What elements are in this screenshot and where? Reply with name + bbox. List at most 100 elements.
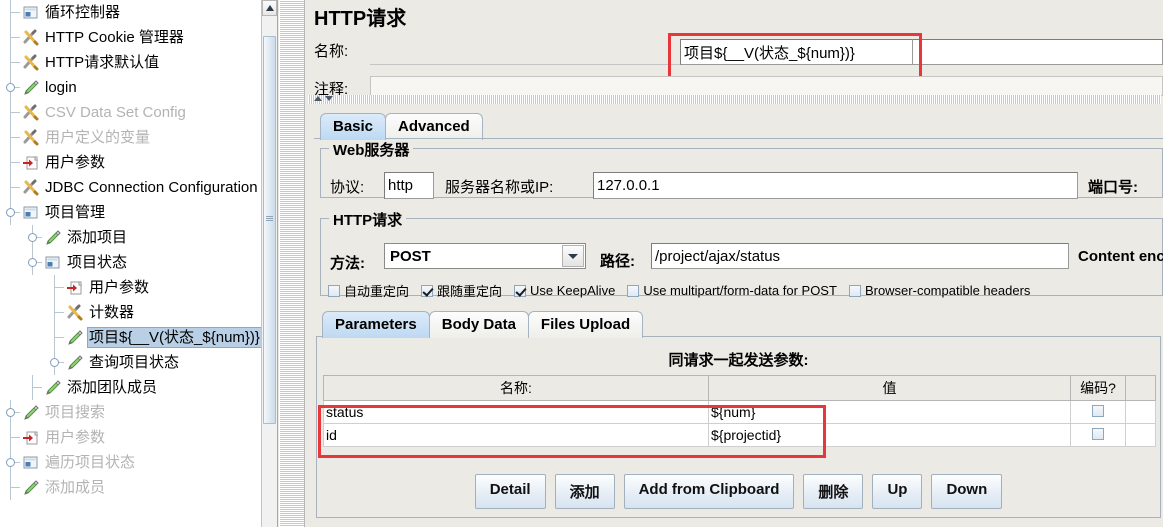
tree-item-7[interactable]: JDBC Connection Configuration [0, 175, 277, 200]
checkbox-option-1[interactable]: 跟随重定向 [421, 281, 502, 300]
param-value-cell[interactable]: ${num} [708, 400, 1071, 424]
button-detail[interactable]: Detail [474, 474, 546, 509]
splitter-collapse-down-icon[interactable] [325, 96, 333, 101]
tree-item-9[interactable]: 添加项目 [0, 225, 277, 250]
name-field-underline [370, 64, 680, 65]
tree-item-8[interactable]: 项目管理 [0, 200, 277, 225]
tree-item-label: 查询项目状态 [89, 354, 180, 371]
parameters-button-row[interactable]: Detail 添加 Add from Clipboard 删除 Up Down [317, 474, 1160, 509]
table-row[interactable]: id ${projectid} [323, 423, 1156, 447]
name-input[interactable]: 项目${__V(状态_${num})} [680, 39, 913, 65]
chevron-down-icon[interactable] [562, 245, 584, 267]
tree-item-15[interactable]: 添加团队成员 [0, 375, 277, 400]
tree-item-17[interactable]: 用户参数 [0, 425, 277, 450]
tree-expand-handle-icon[interactable] [3, 80, 17, 94]
tree-expand-handle-icon[interactable] [3, 405, 17, 419]
tree-expand-handle-icon[interactable] [25, 255, 39, 269]
tab-files-upload[interactable]: Files Upload [527, 311, 644, 338]
protocol-input[interactable]: http [384, 172, 434, 199]
checkbox-option-0[interactable]: 自动重定向 [328, 281, 409, 300]
tree-item-10[interactable]: 项目状态 [0, 250, 277, 275]
tree-item-label: JDBC Connection Configuration [45, 179, 258, 196]
checkbox-option-2[interactable]: Use KeepAlive [514, 283, 615, 298]
tree-expand-handle-icon[interactable] [47, 355, 61, 369]
button-down[interactable]: Down [931, 474, 1003, 509]
comment-input[interactable] [370, 76, 1163, 96]
tree-item-2[interactable]: HTTP请求默认值 [0, 50, 277, 75]
tab-basic[interactable]: Basic [320, 113, 387, 140]
name-row: 名称: [314, 40, 348, 61]
tree-item-14[interactable]: 查询项目状态 [0, 350, 277, 375]
checkbox-box[interactable] [514, 284, 527, 297]
method-select[interactable]: POST [384, 243, 586, 269]
config-tool-icon [22, 54, 40, 72]
tree-vertical-scrollbar[interactable] [261, 0, 277, 527]
checkbox-option-4[interactable]: Browser-compatible headers [848, 283, 1030, 298]
tree-item-12[interactable]: 计数器 [0, 300, 277, 325]
column-header-name[interactable]: 名称: [323, 375, 709, 401]
tree-item-0[interactable]: 循环控制器 [0, 0, 277, 25]
column-header-encode[interactable]: 编码? [1070, 375, 1126, 401]
checkbox-label: 自动重定向 [344, 284, 410, 299]
tree-item-6[interactable]: 用户参数 [0, 150, 277, 175]
tree-expand-handle-icon[interactable] [25, 230, 39, 244]
tree-item-19[interactable]: 添加成员 [0, 475, 277, 500]
protocol-input-value: http [388, 177, 414, 194]
tree-item-4[interactable]: CSV Data Set Config [0, 100, 277, 125]
scrollbar-thumb[interactable] [263, 36, 276, 424]
checkbox-box[interactable] [328, 284, 340, 297]
encode-checkbox[interactable] [1092, 405, 1104, 417]
tree-item-16[interactable]: 项目搜索 [0, 400, 277, 425]
server-input[interactable]: 127.0.0.1 [593, 172, 1078, 199]
parameters-panel: 同请求一起发送参数: 名称: 值 编码? status ${num} id ${… [316, 336, 1161, 518]
name-input-overflow[interactable] [913, 39, 1163, 65]
checkbox-box[interactable] [421, 284, 434, 297]
checkbox-box[interactable] [627, 284, 640, 297]
path-input[interactable]: /project/ajax/status [651, 243, 1069, 269]
test-plan-tree[interactable]: 循环控制器 HTTP Cookie 管理器 HTTP请求默认值 login CSV Da… [0, 0, 278, 527]
button-up[interactable]: Up [872, 474, 923, 509]
basic-advanced-tabstrip[interactable]: Basic Advanced [320, 113, 483, 140]
tree-item-13[interactable]: 项目${__V(状态_${num})} [0, 325, 277, 350]
controller-icon [22, 204, 40, 222]
param-extra-cell[interactable] [1125, 400, 1156, 424]
parameters-table[interactable]: 名称: 值 编码? status ${num} id ${projectid} [323, 375, 1156, 447]
page-title: HTTP请求 [314, 8, 407, 30]
encode-checkbox[interactable] [1092, 428, 1104, 440]
tree-item-3[interactable]: login [0, 75, 277, 100]
tab-parameters[interactable]: Parameters [322, 311, 430, 338]
tab-body-data[interactable]: Body Data [428, 311, 529, 338]
tree-expand-handle-icon[interactable] [3, 455, 17, 469]
param-encode-cell[interactable] [1070, 423, 1126, 447]
param-name-cell[interactable]: id [323, 423, 709, 447]
button-add-from-clipboard[interactable]: Add from Clipboard [623, 474, 795, 509]
panel-split-divider[interactable] [279, 0, 305, 527]
param-encode-cell[interactable] [1070, 400, 1126, 424]
checkbox-option-3[interactable]: Use multipart/form-data for POST [627, 283, 837, 298]
column-header-extra[interactable] [1125, 375, 1156, 401]
tree-item-5[interactable]: 用户定义的变量 [0, 125, 277, 150]
scroll-up-button[interactable] [262, 0, 277, 16]
table-row[interactable]: status ${num} [323, 400, 1156, 424]
button--[interactable]: 添加 [554, 474, 615, 509]
column-header-value[interactable]: 值 [708, 375, 1071, 401]
param-value-cell[interactable]: ${projectid} [708, 423, 1071, 447]
sampler-pen-icon [44, 229, 62, 247]
param-extra-cell[interactable] [1125, 423, 1156, 447]
editor-splitter[interactable] [308, 95, 1161, 104]
tree-expand-handle-icon[interactable] [3, 205, 17, 219]
checkbox-label: Use KeepAlive [530, 283, 616, 298]
tree-item-1[interactable]: HTTP Cookie 管理器 [0, 25, 277, 50]
checkbox-box[interactable] [848, 284, 861, 297]
config-tool-icon [22, 129, 40, 147]
param-name-cell[interactable]: status [323, 400, 709, 424]
tab-advanced[interactable]: Advanced [385, 113, 483, 140]
button--[interactable]: 删除 [803, 474, 864, 509]
tree-item-18[interactable]: 遍历项目状态 [0, 450, 277, 475]
splitter-collapse-up-icon[interactable] [314, 96, 322, 101]
checkbox-label: 跟随重定向 [437, 284, 503, 299]
parameters-tabstrip[interactable]: Parameters Body Data Files Upload [322, 311, 644, 338]
tree-item-11[interactable]: 用户参数 [0, 275, 277, 300]
request-options-checkbox-row[interactable]: 自动重定向 跟随重定向 Use KeepAlive Use multipart/for… [328, 281, 1042, 300]
parameters-table-body: status ${num} id ${projectid} [323, 400, 1156, 447]
